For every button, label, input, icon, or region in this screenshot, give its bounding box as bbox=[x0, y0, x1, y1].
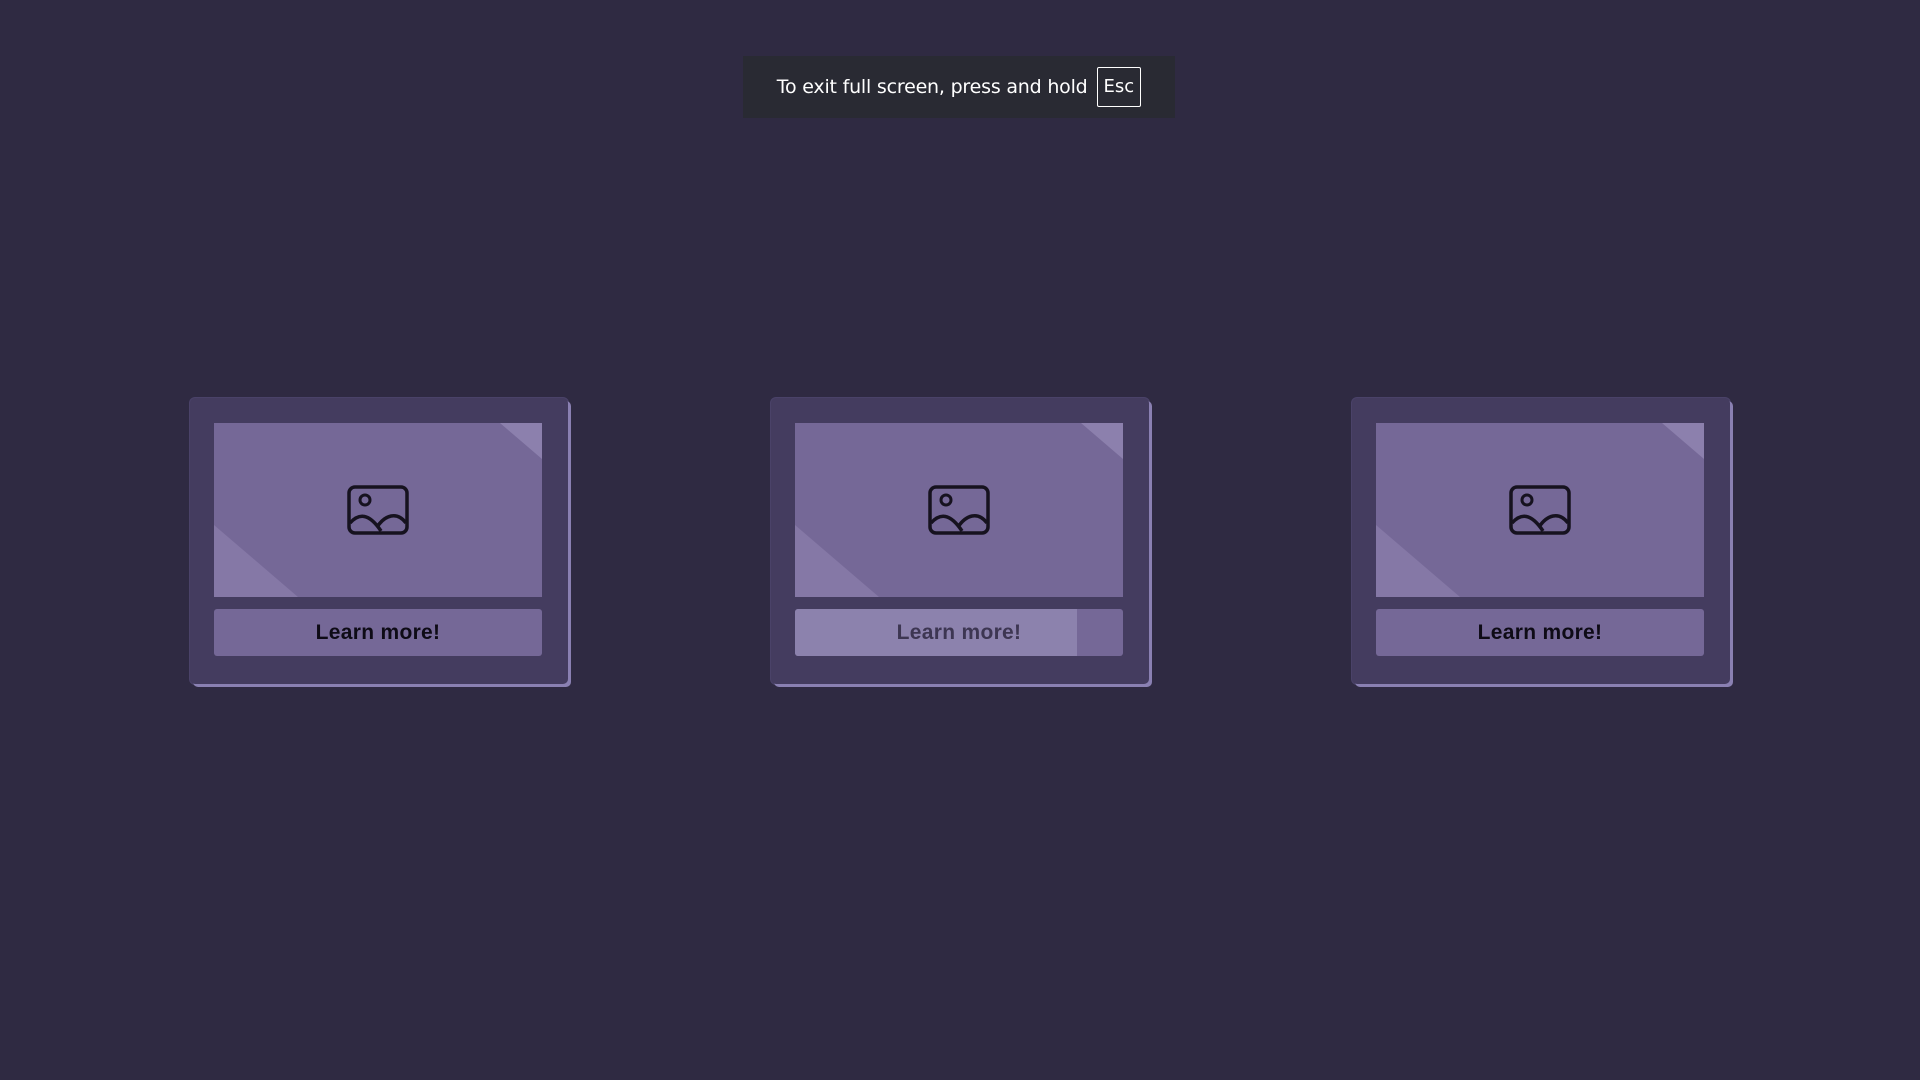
learn-more-label: Learn more! bbox=[1477, 620, 1603, 644]
esc-key-badge: Esc bbox=[1096, 67, 1142, 107]
image-corner-accent bbox=[1376, 525, 1460, 597]
card-image-placeholder bbox=[1376, 423, 1704, 597]
image-corner-accent bbox=[500, 423, 542, 459]
image-corner-accent bbox=[795, 525, 879, 597]
card-image-placeholder bbox=[214, 423, 542, 597]
card-image-placeholder bbox=[795, 423, 1123, 597]
card-2: Learn more! bbox=[771, 398, 1149, 684]
fullscreen-notice-text: To exit full screen, press and hold bbox=[776, 76, 1088, 98]
image-corner-accent bbox=[1662, 423, 1704, 459]
image-icon bbox=[347, 485, 409, 535]
card-1: Learn more! bbox=[190, 398, 568, 684]
image-corner-accent bbox=[1081, 423, 1123, 459]
learn-more-label: Learn more! bbox=[315, 620, 441, 644]
fullscreen-exit-notice: To exit full screen, press and hold Esc bbox=[743, 56, 1175, 118]
image-icon bbox=[928, 485, 990, 535]
learn-more-button[interactable]: Learn more! bbox=[1376, 609, 1704, 656]
learn-more-button[interactable]: Learn more! bbox=[795, 609, 1123, 656]
learn-more-button[interactable]: Learn more! bbox=[214, 609, 542, 656]
card-3: Learn more! bbox=[1352, 398, 1730, 684]
learn-more-label: Learn more! bbox=[896, 620, 1022, 644]
image-icon bbox=[1509, 485, 1571, 535]
image-corner-accent bbox=[214, 525, 298, 597]
